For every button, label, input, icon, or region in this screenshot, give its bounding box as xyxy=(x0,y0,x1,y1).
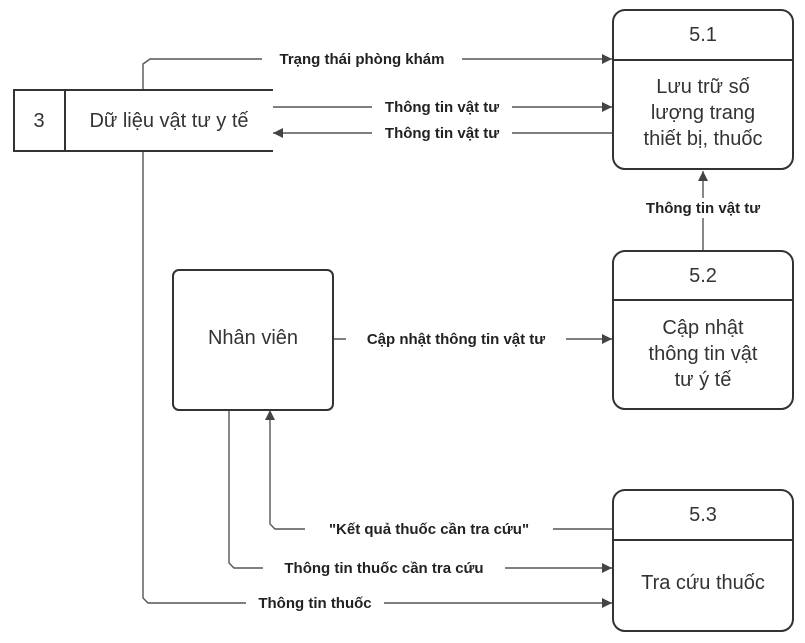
process-id: 5.3 xyxy=(689,504,717,526)
process-5-1: 5.1 Lưu trữ số lượng trang thiết bị, thu… xyxy=(612,9,794,170)
process-label-line: tư ý tế xyxy=(675,369,732,391)
datastore-id: 3 xyxy=(33,110,44,132)
process-5-3: 5.3 Tra cứu thuốc xyxy=(612,489,794,632)
process-label-line: Lưu trữ số xyxy=(656,76,749,98)
flow-line-tt-thuoc-can xyxy=(228,410,612,573)
flow-label-group-tt-thuoc-can: Thông tin thuốc cần tra cứu xyxy=(263,558,505,578)
flow-label-group-ttvt-to-51: Thông tin vật tư xyxy=(372,97,512,117)
datastore-name: Dữ liệu vật tư y tế xyxy=(89,110,248,132)
flow-label-trang-thai: Trạng thái phòng khám xyxy=(279,51,444,68)
flow-label-group-ttvt-52-51: Thông tin vật tư xyxy=(633,198,773,218)
flow-label-ket-qua: "Kết quả thuốc cần tra cứu" xyxy=(329,521,529,538)
process-label-line: thông tin vật xyxy=(649,343,758,365)
datastore-3: 3 Dữ liệu vật tư y tế xyxy=(13,89,273,152)
flow-label-group-ket-qua: "Kết quả thuốc cần tra cứu" xyxy=(305,519,553,539)
flow-label-tt-thuoc: Thông tin thuốc xyxy=(258,595,371,612)
flow-label-cap-nhat: Cập nhật thông tin vật tư xyxy=(367,331,545,348)
process-5-2: 5.2 Cập nhật thông tin vật tư ý tế xyxy=(612,250,794,410)
flow-label-group-trang-thai: Trạng thái phòng khám xyxy=(262,49,462,69)
flow-label-tt-thuoc-can: Thông tin thuốc cần tra cứu xyxy=(284,560,483,577)
process-id: 5.1 xyxy=(689,24,717,46)
process-label-line: lượng trang xyxy=(651,102,755,124)
data-flow-diagram: 3 Dữ liệu vật tư y tế 5.1 Lưu trữ số lượ… xyxy=(13,9,794,632)
flow-label-ttvt-from-51: Thông tin vật tư xyxy=(385,125,499,142)
entity-nhan-vien: Nhân viên xyxy=(172,269,334,411)
flow-label-group-tt-thuoc: Thông tin thuốc xyxy=(246,593,384,613)
process-label-line: thiết bị, thuốc xyxy=(644,128,763,150)
process-label-line: Cập nhật xyxy=(662,317,744,339)
flow-line-ket-qua xyxy=(265,410,612,530)
flow-label-group-cap-nhat: Cập nhật thông tin vật tư xyxy=(346,329,566,349)
process-label-line: Tra cứu thuốc xyxy=(641,572,765,594)
flow-label-ttvt-to-51: Thông tin vật tư xyxy=(385,99,499,116)
entity-name: Nhân viên xyxy=(208,327,298,349)
flow-label-group-ttvt-from-51: Thông tin vật tư xyxy=(372,123,512,143)
flow-label-ttvt-52-51: Thông tin vật tư xyxy=(646,200,760,217)
process-id: 5.2 xyxy=(689,265,717,287)
